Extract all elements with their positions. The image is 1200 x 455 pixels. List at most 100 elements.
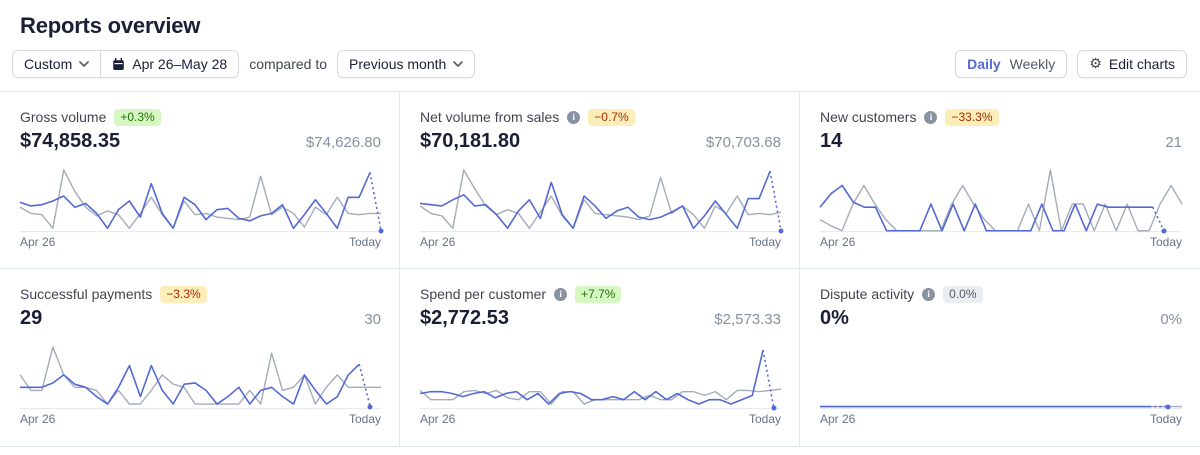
metric-current-value: $74,858.35 (20, 130, 120, 153)
metric-title: Net volume from sales (420, 109, 559, 125)
metric-current-value: $2,772.53 (420, 307, 509, 330)
axis-label-start: Apr 26 (420, 412, 455, 426)
metric-card-header: New customers −33.3% (820, 107, 1182, 127)
page-title: Reports overview (20, 13, 1200, 39)
chart-axis: Apr 26 Today (420, 412, 781, 426)
metric-comparison-value: 0% (1160, 311, 1182, 328)
chart-end-dot (1165, 404, 1170, 409)
chart-axis: Apr 26 Today (20, 412, 381, 426)
change-badge: −0.7% (588, 109, 634, 126)
sparkline-chart (420, 347, 781, 409)
metric-values: 14 21 (820, 130, 1182, 153)
metric-comparison-value: 21 (1165, 134, 1182, 151)
metric-comparison-value: $74,626.80 (306, 134, 381, 151)
axis-label-start: Apr 26 (20, 412, 55, 426)
chart-axis: Apr 26 Today (820, 235, 1182, 249)
sparkline-chart (420, 170, 781, 232)
date-range-picker[interactable]: Apr 26–May 28 (100, 51, 238, 77)
metric-card-dispute-activity[interactable]: Dispute activity 0.0% 0% 0% Apr 26 Today (800, 269, 1200, 446)
chart-end-dot (1161, 228, 1166, 233)
chart-end-dot (368, 404, 373, 409)
sparkline-chart (20, 347, 381, 409)
metric-comparison-value: $2,573.33 (714, 311, 781, 328)
axis-label-start: Apr 26 (20, 235, 55, 249)
metric-title: Dispute activity (820, 286, 914, 302)
metric-card-gross-volume[interactable]: Gross volume +0.3% $74,858.35 $74,626.80… (0, 92, 400, 269)
metric-title: Successful payments (20, 286, 152, 302)
metric-current-value: 14 (820, 130, 842, 153)
toolbar: Custom Apr 26–May 28 compared to Previou… (0, 50, 1200, 91)
date-range-label: Apr 26–May 28 (132, 56, 227, 72)
granularity-toggle: Daily Weekly (955, 50, 1067, 78)
axis-label-end: Today (749, 235, 781, 249)
chart-svg (820, 170, 1182, 232)
chevron-down-icon (453, 61, 463, 67)
date-range-control: Custom Apr 26–May 28 (12, 50, 239, 78)
metrics-grid: Gross volume +0.3% $74,858.35 $74,626.80… (0, 91, 1200, 447)
info-icon[interactable] (567, 111, 580, 124)
metric-card-header: Net volume from sales −0.7% (420, 107, 781, 127)
comparison-value: Previous month (349, 56, 446, 72)
metric-card-net-volume[interactable]: Net volume from sales −0.7% $70,181.80 $… (400, 92, 800, 269)
metric-card-header: Gross volume +0.3% (20, 107, 381, 127)
change-badge: −3.3% (160, 286, 206, 303)
chart-svg (20, 170, 381, 232)
metric-card-spend-per-customer[interactable]: Spend per customer +7.7% $2,772.53 $2,57… (400, 269, 800, 446)
range-preset-label: Custom (24, 56, 72, 72)
change-badge: 0.0% (943, 286, 982, 303)
axis-label-end: Today (349, 412, 381, 426)
change-badge: −33.3% (945, 109, 998, 126)
axis-label-end: Today (1150, 412, 1182, 426)
metric-values: 0% 0% (820, 307, 1182, 330)
metric-comparison-value: $70,703.68 (706, 134, 781, 151)
comparison-dropdown[interactable]: Previous month (337, 50, 475, 78)
range-preset-dropdown[interactable]: Custom (13, 51, 100, 77)
sparkline-chart (20, 170, 381, 232)
metric-values: 29 30 (20, 307, 381, 330)
info-icon[interactable] (922, 288, 935, 301)
edit-charts-label: Edit charts (1109, 56, 1175, 72)
gear-icon: ⚙ (1089, 57, 1102, 71)
metric-card-header: Successful payments −3.3% (20, 284, 381, 304)
axis-label-end: Today (1150, 235, 1182, 249)
axis-label-start: Apr 26 (420, 235, 455, 249)
metric-card-successful-payments[interactable]: Successful payments −3.3% 29 30 Apr 26 T… (0, 269, 400, 446)
metric-current-value: 0% (820, 307, 849, 330)
metric-title: New customers (820, 109, 916, 125)
chart-svg (420, 170, 781, 232)
metric-current-value: $70,181.80 (420, 130, 520, 153)
sparkline-chart (820, 170, 1182, 232)
metric-title: Gross volume (20, 109, 106, 125)
chevron-down-icon (79, 61, 89, 67)
axis-label-end: Today (749, 412, 781, 426)
compared-to-label: compared to (249, 56, 327, 72)
metric-values: $70,181.80 $70,703.68 (420, 130, 781, 153)
change-badge: +7.7% (575, 286, 621, 303)
metric-comparison-value: 30 (364, 311, 381, 328)
info-icon[interactable] (924, 111, 937, 124)
metric-card-header: Spend per customer +7.7% (420, 284, 781, 304)
change-badge: +0.3% (114, 109, 160, 126)
chart-axis: Apr 26 Today (820, 412, 1182, 426)
axis-label-start: Apr 26 (820, 235, 855, 249)
info-icon[interactable] (554, 288, 567, 301)
metric-card-new-customers[interactable]: New customers −33.3% 14 21 Apr 26 Today (800, 92, 1200, 269)
metric-card-header: Dispute activity 0.0% (820, 284, 1182, 304)
sparkline-chart (820, 347, 1182, 409)
chart-end-dot (779, 228, 784, 233)
calendar-icon (112, 58, 125, 71)
chart-svg (420, 347, 781, 409)
metric-values: $2,772.53 $2,573.33 (420, 307, 781, 330)
metric-title: Spend per customer (420, 286, 546, 302)
axis-label-end: Today (349, 235, 381, 249)
granularity-daily[interactable]: Daily (967, 56, 1000, 72)
metric-values: $74,858.35 $74,626.80 (20, 130, 381, 153)
granularity-weekly[interactable]: Weekly (1010, 56, 1056, 72)
chart-axis: Apr 26 Today (420, 235, 781, 249)
chart-svg (820, 347, 1182, 409)
chart-svg (20, 347, 381, 409)
chart-end-dot (771, 405, 776, 410)
chart-end-dot (379, 228, 384, 233)
chart-axis: Apr 26 Today (20, 235, 381, 249)
edit-charts-button[interactable]: ⚙ Edit charts (1077, 50, 1187, 78)
